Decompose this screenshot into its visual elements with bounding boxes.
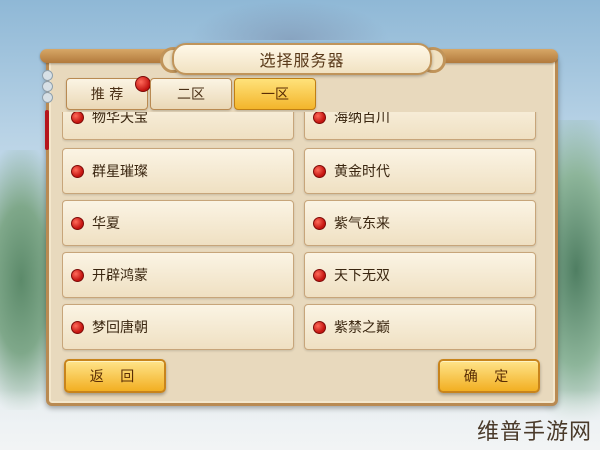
server-name: 天下无双: [334, 268, 390, 284]
status-dot-icon: [313, 216, 326, 230]
tassel-bead: [42, 92, 53, 103]
tassel-bead: [42, 81, 53, 92]
server-item[interactable]: 华夏: [62, 200, 294, 246]
status-dot-icon: [313, 164, 326, 178]
tab-zone-1[interactable]: 一区: [234, 78, 316, 110]
status-dot-icon: [71, 216, 84, 230]
tassel-bead: [42, 70, 53, 81]
tab-zone-1-label: 一区: [261, 87, 289, 103]
watermark: 维普手游网: [476, 420, 592, 445]
tab-zone-2-label: 二区: [177, 87, 205, 103]
server-item[interactable]: 黄金时代: [304, 148, 536, 194]
server-name: 海纳百川: [334, 112, 390, 126]
notification-badge-icon: [135, 76, 151, 92]
server-list[interactable]: 物华天宝 海纳百川 群星璀璨 黄金时代 华夏 紫气东来 开辟鸿蒙 天下无双 梦回…: [62, 112, 538, 356]
status-dot-icon: [313, 320, 326, 334]
server-name: 华夏: [92, 216, 120, 232]
server-name: 紫气东来: [334, 216, 390, 232]
status-dot-icon: [71, 164, 84, 178]
server-name: 群星璀璨: [92, 164, 148, 180]
server-item[interactable]: 天下无双: [304, 252, 536, 298]
jade-tassel-ornament: [40, 70, 54, 160]
status-dot-icon: [71, 268, 84, 282]
confirm-button-label: 确 定: [463, 369, 515, 385]
server-name: 黄金时代: [334, 164, 390, 180]
server-name: 梦回唐朝: [92, 320, 148, 336]
confirm-button[interactable]: 确 定: [438, 359, 540, 393]
server-name: 物华天宝: [92, 112, 148, 126]
tab-recommended-label: 推 荐: [90, 87, 124, 103]
background-pavilion-roof: [190, 0, 390, 40]
status-dot-icon: [71, 112, 84, 124]
server-item[interactable]: 海纳百川: [304, 112, 536, 140]
server-item[interactable]: 梦回唐朝: [62, 304, 294, 350]
status-dot-icon: [71, 320, 84, 334]
tassel-cord: [45, 110, 49, 150]
status-dot-icon: [313, 268, 326, 282]
status-dot-icon: [313, 112, 326, 124]
tab-zone-2[interactable]: 二区: [150, 78, 232, 110]
server-item[interactable]: 群星璀璨: [62, 148, 294, 194]
server-name: 开辟鸿蒙: [92, 268, 148, 284]
server-item[interactable]: 紫禁之巅: [304, 304, 536, 350]
server-item[interactable]: 开辟鸿蒙: [62, 252, 294, 298]
back-button-label: 返 回: [89, 369, 141, 385]
server-item[interactable]: 物华天宝: [62, 112, 294, 140]
dialog-title: 选择服务器: [172, 43, 432, 75]
server-name: 紫禁之巅: [334, 320, 390, 336]
server-item[interactable]: 紫气东来: [304, 200, 536, 246]
back-button[interactable]: 返 回: [64, 359, 166, 393]
